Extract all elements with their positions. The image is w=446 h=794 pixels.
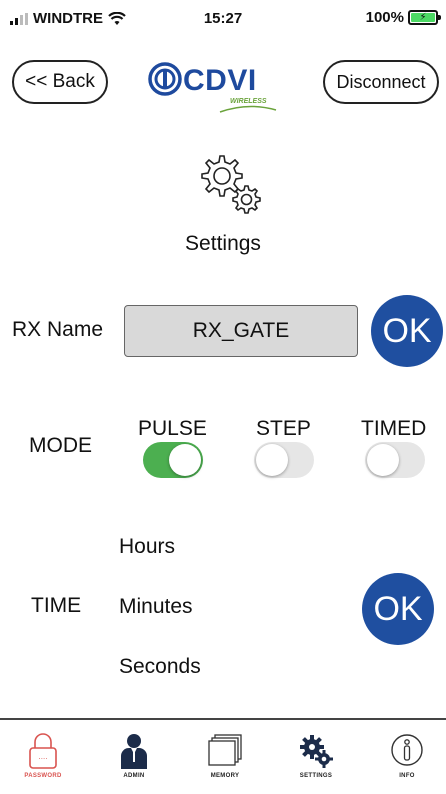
toggle-knob [367,444,399,476]
tab-password-label: PASSWORD [24,773,62,779]
settings-gears-icon [201,155,261,214]
logo-text: CDVI [183,64,257,97]
tab-settings[interactable]: SETTINGS [281,732,351,792]
page-title: Settings [185,232,261,255]
mode-pulse-label: PULSE [138,417,207,440]
tab-settings-label: SETTINGS [299,773,333,779]
toggle-knob [169,444,201,476]
disconnect-button[interactable]: Disconnect [323,60,439,104]
seconds-field[interactable]: Seconds [119,655,201,679]
gears-icon [300,735,333,768]
logo-subtext: WIRELESS [230,98,267,105]
memory-cards-icon [208,734,242,766]
tab-memory-label: MEMORY [210,773,240,779]
cdvi-logo: CDVI WIRELESS [148,62,283,113]
padlock-icon: ···· [29,733,57,769]
logo-swoosh-icon [219,105,277,113]
mode-step-label: STEP [256,417,311,440]
tab-info-label: INFO [399,773,415,779]
info-icon [391,734,423,766]
toggle-knob [256,444,288,476]
hours-field[interactable]: Hours [119,535,175,559]
time-label: TIME [31,594,82,617]
rx-name-label: RX Name [12,318,104,341]
minutes-field[interactable]: Minutes [119,595,193,619]
mode-step-toggle[interactable] [254,442,314,478]
tab-bar: ···· PASSWORD ADMIN MEMORY SETTINGS INFO [0,718,446,794]
battery-icon: ⚡ [408,10,441,25]
status-bar: WINDTRE 15:27 100% ⚡ [0,0,446,40]
rx-name-input[interactable] [124,305,358,357]
mode-label: MODE [29,434,92,457]
battery-percent: 100% [365,9,404,26]
tab-admin-label: ADMIN [123,773,145,779]
time-ok-button[interactable]: OK [362,573,434,645]
rx-ok-button[interactable]: OK [371,295,443,367]
tab-memory[interactable]: MEMORY [190,732,260,792]
svg-text:····: ···· [39,755,48,763]
status-right: 100% ⚡ [365,9,441,26]
admin-user-icon [121,734,147,769]
tab-password[interactable]: ···· PASSWORD [8,732,78,792]
tab-admin[interactable]: ADMIN [99,732,169,792]
mode-timed-toggle[interactable] [365,442,425,478]
back-button[interactable]: << Back [12,60,108,104]
mode-timed-label: TIMED [361,417,427,440]
logo-mark-icon [148,62,182,96]
tab-info[interactable]: INFO [372,732,442,792]
mode-pulse-toggle[interactable] [143,442,203,478]
